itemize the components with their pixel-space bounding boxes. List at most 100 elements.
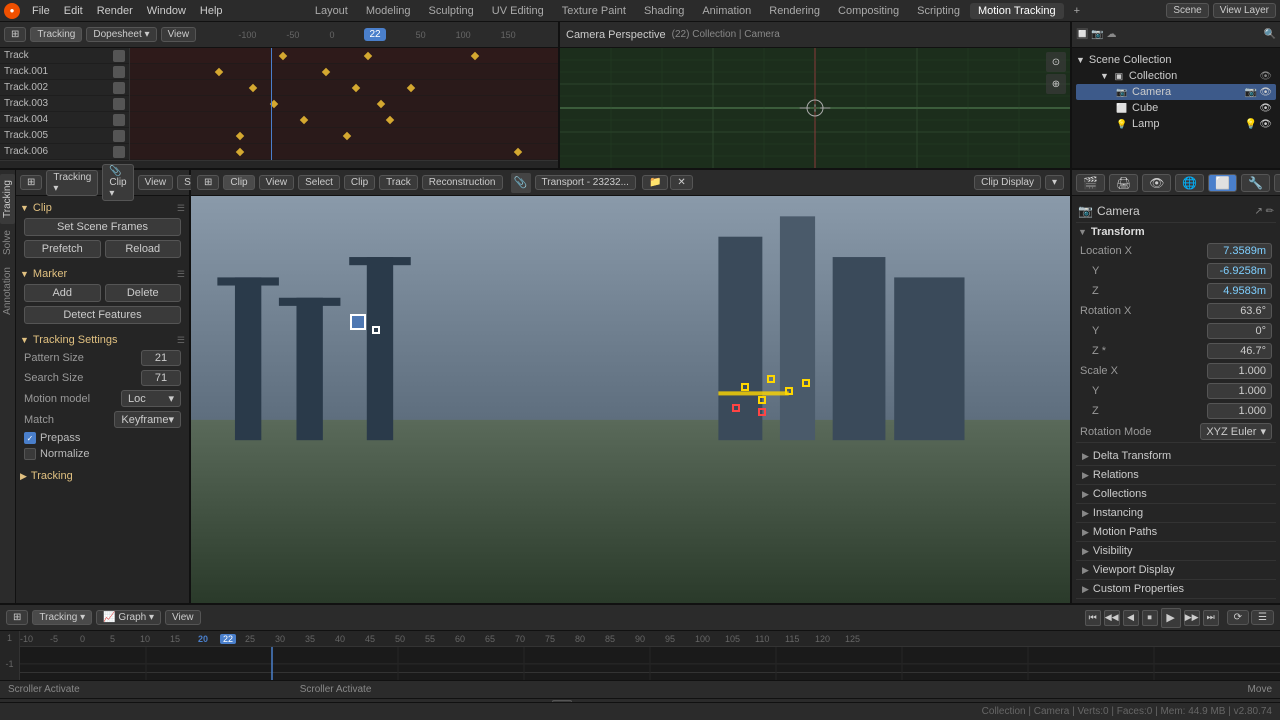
- play-btn[interactable]: ▶: [1161, 608, 1181, 628]
- dopesheet-mode-btn[interactable]: Dopesheet ▾: [86, 27, 156, 42]
- clip-reconstruction-btn[interactable]: Reconstruction: [422, 175, 503, 190]
- tab-motion-tracking[interactable]: Motion Tracking: [970, 3, 1064, 19]
- add-marker-btn[interactable]: Add: [24, 284, 101, 302]
- scale-y-value[interactable]: 1.000: [1207, 383, 1272, 399]
- object-extra-icon-1[interactable]: ↗: [1254, 206, 1262, 217]
- track-name-item[interactable]: Track.003: [0, 96, 129, 112]
- motion-model-select[interactable]: Loc ▾: [121, 390, 181, 407]
- tab-shading[interactable]: Shading: [636, 3, 692, 19]
- search-size-value[interactable]: 71: [141, 370, 181, 386]
- zoom-control[interactable]: ⊕: [1046, 74, 1066, 94]
- clip-clip-btn[interactable]: Clip: [344, 175, 375, 190]
- tab-compositing[interactable]: Compositing: [830, 3, 907, 19]
- current-frame-display[interactable]: 22: [364, 28, 385, 41]
- tab-layout[interactable]: Layout: [307, 3, 356, 19]
- clip-editor-type-btn[interactable]: ⊞: [197, 175, 219, 190]
- graph-editor-type-btn[interactable]: ⊞: [6, 610, 28, 625]
- tab-scripting[interactable]: Scripting: [909, 3, 968, 19]
- delta-transform-section[interactable]: ▶ Delta Transform: [1076, 447, 1276, 466]
- lamp-tree-item[interactable]: 💡 Lamp 💡 👁: [1076, 116, 1276, 132]
- match-select[interactable]: Keyframe ▾: [114, 411, 181, 428]
- track-name-item[interactable]: Track.001: [0, 64, 129, 80]
- tracker-marker-2[interactable]: [767, 375, 775, 383]
- tracker-marker-red-1[interactable]: [732, 404, 740, 412]
- reload-btn[interactable]: Reload: [105, 240, 182, 258]
- clip-display-btn[interactable]: Clip Display: [974, 175, 1041, 190]
- tab-rendering[interactable]: Rendering: [761, 3, 828, 19]
- menu-render[interactable]: Render: [91, 3, 139, 19]
- next-keyframe-btn[interactable]: ▶▶: [1184, 610, 1200, 626]
- scroller-activate-center[interactable]: Scroller Activate: [300, 684, 372, 695]
- tracker-marker-red-2[interactable]: [758, 408, 766, 416]
- normalize-checkbox[interactable]: [24, 448, 36, 460]
- rotation-z-value[interactable]: 46.7°: [1207, 343, 1272, 359]
- prev-keyframe-btn[interactable]: ◀◀: [1104, 610, 1120, 626]
- graph-mode-btn[interactable]: Tracking ▾: [32, 610, 92, 625]
- tracking-settings-options[interactable]: ☰: [177, 335, 185, 346]
- graph-options-btn[interactable]: ☰: [1251, 610, 1274, 625]
- viewport-canvas[interactable]: ⊙ ⊕: [560, 48, 1070, 168]
- open-file-btn[interactable]: 📁: [642, 175, 668, 190]
- track-name-item[interactable]: Track: [0, 48, 129, 64]
- rotation-x-value[interactable]: 63.6°: [1207, 303, 1272, 319]
- location-y-value[interactable]: -6.9258m: [1207, 263, 1272, 279]
- track-name-item[interactable]: Track.002: [0, 80, 129, 96]
- collection-expand-icon[interactable]: ▼: [1076, 55, 1085, 65]
- clip-mode-btn[interactable]: Clip: [223, 175, 254, 190]
- scene-selector[interactable]: Scene: [1166, 3, 1208, 18]
- editor-type-btn[interactable]: ⊞: [4, 27, 26, 42]
- tracking-settings-header[interactable]: ▼ Tracking Settings ☰: [20, 332, 185, 348]
- jump-end-btn[interactable]: ⏭: [1203, 610, 1219, 626]
- set-scene-frames-btn[interactable]: Set Scene Frames: [24, 218, 181, 236]
- clip-display-options[interactable]: ▾: [1045, 175, 1064, 190]
- clip-section-header[interactable]: ▼ Clip ☰: [20, 200, 185, 216]
- tab-solve[interactable]: Solve: [0, 224, 15, 261]
- dopesheet-scrollbar[interactable]: [0, 160, 558, 168]
- view-btn[interactable]: View: [161, 27, 197, 42]
- scale-x-value[interactable]: 1.000: [1207, 363, 1272, 379]
- view-layer-selector[interactable]: View Layer: [1213, 3, 1276, 18]
- modifier-props-icon[interactable]: 🔧: [1241, 174, 1270, 192]
- prepass-checkbox[interactable]: ✓: [24, 432, 36, 444]
- prefetch-btn[interactable]: Prefetch: [24, 240, 101, 258]
- track-name-item[interactable]: Track.005: [0, 128, 129, 144]
- graph-sync-btn[interactable]: ⟳: [1227, 610, 1249, 625]
- menu-window[interactable]: Window: [141, 3, 192, 19]
- tracker-marker-1[interactable]: [741, 383, 749, 391]
- detect-features-btn[interactable]: Detect Features: [24, 306, 181, 324]
- props-filter[interactable]: 🔍: [1264, 29, 1276, 40]
- tab-texture[interactable]: Texture Paint: [554, 3, 634, 19]
- view-props-icon[interactable]: 👁: [1142, 174, 1171, 192]
- visibility-toggle[interactable]: 👁: [1259, 71, 1272, 82]
- menu-file[interactable]: File: [26, 3, 56, 19]
- render-props-icon[interactable]: 🎬: [1076, 174, 1105, 192]
- output-props-icon[interactable]: 🖨: [1109, 174, 1138, 192]
- viewport-display-section[interactable]: ▶ Viewport Display: [1076, 561, 1276, 580]
- move-label[interactable]: Move: [1248, 684, 1272, 695]
- collection-expand-icon-2[interactable]: ▼: [1100, 71, 1109, 81]
- tracking-section-header[interactable]: ▶ Tracking: [20, 468, 185, 484]
- clip-options-icon[interactable]: ☰: [177, 203, 185, 214]
- stop-btn[interactable]: ⏹: [1142, 610, 1158, 626]
- cube-tree-item[interactable]: ⬜ Cube 👁: [1076, 100, 1276, 116]
- transform-section-header[interactable]: ▼ Transform: [1076, 223, 1276, 241]
- instancing-section[interactable]: ▶ Instancing: [1076, 504, 1276, 523]
- motion-paths-section[interactable]: ▶ Motion Paths: [1076, 523, 1276, 542]
- camera-visibility-icon[interactable]: 👁: [1259, 87, 1272, 98]
- graph-graph-btn[interactable]: 📈 Graph ▾: [96, 610, 161, 625]
- marker-section-header[interactable]: ▼ Marker ☰: [20, 266, 185, 282]
- marker-options-icon[interactable]: ☰: [177, 269, 185, 280]
- dopesheet-timeline[interactable]: [130, 48, 558, 160]
- clip-canvas[interactable]: [191, 196, 1070, 603]
- tab-track[interactable]: Tracking: [0, 174, 15, 224]
- location-x-value[interactable]: 7.3589m: [1207, 243, 1272, 259]
- cube-visibility-icon[interactable]: 👁: [1259, 103, 1272, 114]
- scroller-activate-left[interactable]: Scroller Activate: [8, 684, 80, 695]
- clip-track-btn[interactable]: Track: [379, 175, 418, 190]
- tab-annotation[interactable]: Annotation: [0, 261, 15, 321]
- menu-edit[interactable]: Edit: [58, 3, 89, 19]
- close-file-btn[interactable]: ✕: [670, 175, 692, 190]
- tab-modeling[interactable]: Modeling: [358, 3, 419, 19]
- camera-tree-item[interactable]: 📷 Camera 📷 👁: [1076, 84, 1276, 100]
- clip-select-btn[interactable]: Select: [298, 175, 340, 190]
